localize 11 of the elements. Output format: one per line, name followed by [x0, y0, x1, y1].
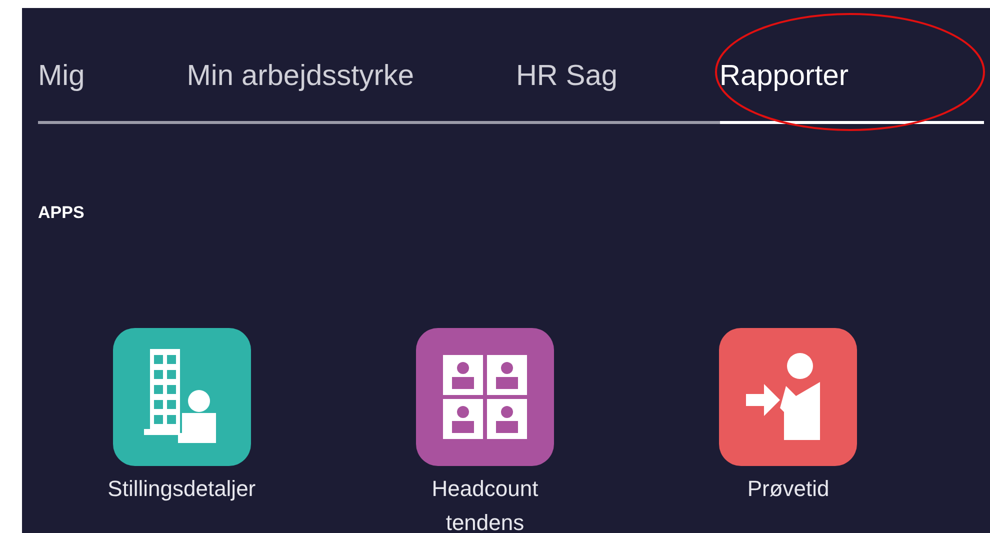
section-title: APPS — [38, 202, 86, 224]
tab[interactable]: HR Sag — [516, 62, 720, 124]
tab[interactable]: Mig — [38, 62, 187, 124]
app-tile[interactable] — [416, 328, 554, 466]
app-label: Headcount tendens — [430, 474, 540, 533]
app-label: Prøvetid — [746, 474, 830, 502]
app-label: Stillingsdetaljer — [106, 474, 257, 503]
app-tile[interactable] — [719, 328, 858, 466]
tab[interactable]: Min arbejdsstyrke — [186, 62, 516, 124]
app-tile[interactable] — [112, 328, 251, 466]
person-grid-icon — [442, 354, 527, 438]
